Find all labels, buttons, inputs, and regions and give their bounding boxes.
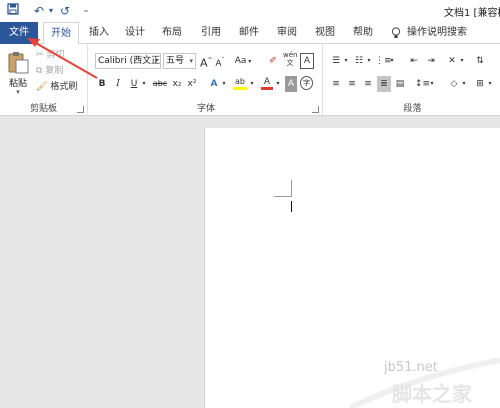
strikethrough-button[interactable]: abc — [152, 76, 168, 92]
scissors-icon: ✂ — [36, 50, 44, 60]
copy-button[interactable]: ⧉ 复制 — [36, 63, 72, 79]
underline-dropdown-icon[interactable]: ▾ — [140, 76, 148, 92]
borders-icon[interactable]: ⊞ — [473, 76, 487, 92]
grow-font-button[interactable]: A^ — [200, 53, 213, 70]
highlight-color-swatch — [233, 87, 247, 90]
margin-corner-vertical — [291, 180, 292, 197]
font-size-value: 五号 — [166, 56, 185, 66]
align-center-icon[interactable]: ≡ — [345, 76, 359, 92]
bullets-icon[interactable]: ☰ — [329, 53, 343, 69]
borders-dropdown-icon[interactable]: ▾ — [487, 76, 493, 92]
watermark-name: 脚本之家 — [392, 382, 472, 406]
paintbrush-icon: 🖌 — [36, 82, 48, 92]
shading-dropdown-icon[interactable]: ▾ — [461, 76, 467, 92]
clear-formatting-icon[interactable]: ✐ — [266, 53, 280, 69]
text-effects-icon[interactable]: A — [208, 76, 220, 92]
format-painter-button[interactable]: 🖌 格式刷 — [36, 79, 82, 95]
font-group-label: 字体 — [196, 104, 215, 114]
cut-button[interactable]: ✂ 剪切 — [36, 47, 72, 63]
tell-me-search[interactable]: 操作说明搜索 — [406, 22, 468, 44]
paragraph-group: ☰ ▾ ☷ ▾ ⋮≡ ▾ ⇤ ⇥ ✕ ▾ ⇅ ≡ ≡ ≡ ≣ ▤ ↕≡ ▾ ◇ … — [325, 44, 500, 116]
align-left-icon[interactable]: ≡ — [329, 76, 343, 92]
font-name-value: Calibri (西文正 — [98, 56, 161, 66]
numbering-dropdown-icon[interactable]: ▾ — [366, 53, 372, 69]
ribbon-tabs: 文件 开始 插入 设计 布局 引用 邮件 审阅 视图 帮助 操作说明搜索 — [0, 22, 500, 45]
tab-view[interactable]: 视图 — [308, 22, 342, 44]
ribbon-home: 粘贴 ▾ ✂ 剪切 ⧉ 复制 🖌 格式刷 剪贴板 Calibri (西文正 ▾ … — [0, 44, 500, 116]
quick-access-toolbar: ↶ ▾ ↺ ₌ 文档1 [兼容模 — [0, 0, 500, 22]
margin-corner-horizontal — [274, 196, 292, 197]
highlight-button[interactable]: ab — [232, 74, 248, 90]
bullets-dropdown-icon[interactable]: ▾ — [343, 53, 349, 69]
highlight-dropdown-icon[interactable]: ▾ — [248, 76, 256, 92]
redo-icon[interactable]: ↺ — [58, 3, 72, 19]
font-name-combo[interactable]: Calibri (西文正 ▾ — [95, 53, 161, 69]
font-color-button[interactable]: A — [260, 74, 274, 90]
chinese-layout-dropdown-icon[interactable]: ▾ — [459, 53, 465, 69]
copy-icon: ⧉ — [36, 66, 43, 76]
character-border-button[interactable]: A — [300, 53, 314, 69]
justify-icon[interactable]: ≣ — [377, 76, 391, 92]
tab-design[interactable]: 设计 — [118, 22, 152, 44]
phonetic-guide-button[interactable]: wén 文 — [283, 51, 297, 67]
format-painter-label: 格式刷 — [50, 82, 78, 92]
line-spacing-icon[interactable]: ↕≡ — [415, 76, 430, 92]
text-cursor — [291, 201, 292, 212]
font-name-dropdown-icon[interactable]: ▾ — [154, 54, 158, 68]
shrink-font-button[interactable]: Aˇ — [214, 53, 226, 69]
paragraph-group-label: 段落 — [403, 104, 422, 114]
change-case-button[interactable]: Aa ▾ — [234, 53, 252, 69]
italic-button[interactable]: I — [112, 76, 124, 92]
numbering-icon[interactable]: ☷ — [352, 53, 366, 69]
window-title: 文档1 [兼容模 — [444, 8, 500, 19]
sort-icon[interactable]: ⇅ — [473, 53, 487, 69]
bold-button[interactable]: B — [96, 76, 108, 92]
font-color-swatch — [261, 87, 273, 90]
font-size-dropdown-icon[interactable]: ▾ — [189, 54, 193, 68]
undo-icon[interactable]: ↶ — [32, 3, 46, 19]
chinese-layout-icon[interactable]: ✕ — [445, 53, 459, 69]
tab-help[interactable]: 帮助 — [346, 22, 380, 44]
font-launcher-icon[interactable] — [312, 106, 319, 113]
clipboard-launcher-icon[interactable] — [77, 106, 84, 113]
underline-button[interactable]: U — [128, 76, 140, 92]
align-right-icon[interactable]: ≡ — [361, 76, 375, 92]
font-size-combo[interactable]: 五号 ▾ — [163, 53, 196, 69]
lightbulb-icon — [388, 22, 404, 44]
multilevel-dropdown-icon[interactable]: ▾ — [389, 53, 395, 69]
increase-indent-icon[interactable]: ⇥ — [424, 53, 438, 69]
character-shading-button[interactable]: A — [285, 76, 297, 92]
watermark-site: jb51.net — [384, 360, 438, 375]
word-window: ↶ ▾ ↺ ₌ 文档1 [兼容模 文件 开始 插入 设计 布局 引用 邮件 审阅… — [0, 0, 500, 408]
undo-dropdown-icon[interactable]: ▾ — [46, 3, 56, 19]
decrease-indent-icon[interactable]: ⇤ — [407, 53, 421, 69]
superscript-button[interactable]: x² — [186, 76, 198, 92]
cut-label: 剪切 — [46, 50, 65, 60]
distributed-icon[interactable]: ▤ — [393, 76, 407, 92]
clipboard-group-label: 剪贴板 — [29, 104, 57, 114]
tab-file[interactable]: 文件 — [0, 22, 38, 44]
tab-layout[interactable]: 布局 — [155, 22, 189, 44]
enclose-characters-button[interactable]: 字 — [300, 76, 313, 90]
tab-references[interactable]: 引用 — [194, 22, 228, 44]
customize-qat-icon[interactable]: ₌ — [80, 3, 92, 19]
tab-home[interactable]: 开始 — [43, 22, 79, 45]
text-effects-dropdown-icon[interactable]: ▾ — [220, 76, 228, 92]
highlighter-icon: ab — [235, 77, 245, 86]
clipboard-group: 粘贴 ▾ ✂ 剪切 ⧉ 复制 🖌 格式刷 剪贴板 — [0, 44, 88, 116]
tab-insert[interactable]: 插入 — [82, 22, 116, 44]
multilevel-list-icon[interactable]: ⋮≡ — [375, 53, 392, 69]
tab-review[interactable]: 审阅 — [270, 22, 304, 44]
subscript-button[interactable]: x₂ — [171, 76, 183, 92]
paste-dropdown-icon[interactable]: ▾ — [5, 88, 31, 96]
save-icon[interactable] — [6, 3, 20, 19]
tab-mailings[interactable]: 邮件 — [232, 22, 266, 44]
font-group: Calibri (西文正 ▾ 五号 ▾ A^ Aˇ Aa ▾ ✐ wén 文 A … — [90, 44, 323, 116]
line-spacing-dropdown-icon[interactable]: ▾ — [429, 76, 435, 92]
font-color-dropdown-icon[interactable]: ▾ — [274, 76, 282, 92]
copy-label: 复制 — [45, 66, 64, 76]
paste-button[interactable]: 粘贴 ▾ — [5, 48, 31, 96]
shading-icon[interactable]: ◇ — [447, 76, 461, 92]
